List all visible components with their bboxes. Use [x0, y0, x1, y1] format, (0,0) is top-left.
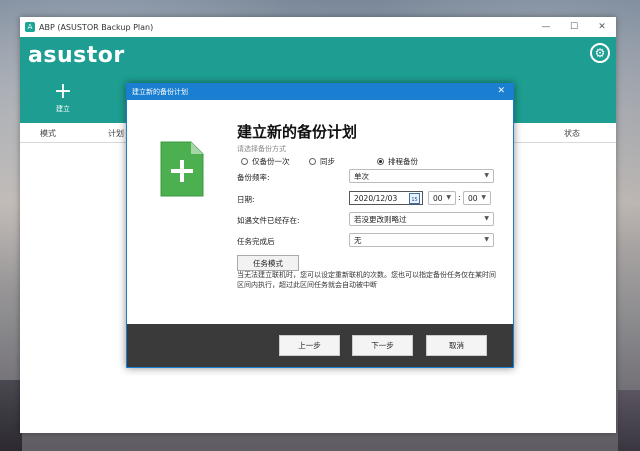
- chevron-down-icon: ▼: [481, 194, 486, 201]
- desktop-building-right: [618, 390, 640, 451]
- dialog-heading: 建立新的备份计划: [237, 123, 358, 141]
- calendar-day: 15: [411, 197, 418, 203]
- minimize-button[interactable]: —: [532, 17, 560, 37]
- next-button[interactable]: 下一步: [352, 335, 413, 356]
- dialog-footer: 上一步 下一步 取消: [127, 324, 513, 367]
- task-mode-note: 当无法建立联机时，您可以设定重新联机的次数。您也可以指定备份任务仅在某时间区间内…: [237, 271, 496, 289]
- maximize-button[interactable]: ☐: [560, 17, 588, 37]
- close-button[interactable]: ✕: [588, 17, 616, 37]
- frequency-label: 备份频率:: [237, 173, 270, 182]
- file-exists-value: 若没更改则略过: [354, 214, 407, 224]
- gear-icon[interactable]: ⚙: [590, 43, 610, 63]
- app-logo-icon: A: [25, 22, 35, 32]
- chevron-down-icon: ▼: [484, 215, 489, 222]
- column-status[interactable]: 状态: [564, 128, 580, 139]
- dialog-titlebar: 建立新的备份计划 ✕: [127, 84, 513, 100]
- create-label: 建立: [56, 105, 70, 113]
- radio-scheduled-indicator[interactable]: [377, 158, 384, 165]
- chevron-down-icon: ▼: [446, 194, 451, 201]
- file-exists-label: 如遇文件已经存在:: [237, 216, 300, 225]
- radio-sync-indicator[interactable]: [309, 158, 316, 165]
- dialog-close-icon[interactable]: ✕: [497, 86, 505, 96]
- column-plan[interactable]: 计划: [108, 128, 124, 139]
- backup-mode-group: 仅备份一次 同步 排程备份: [241, 156, 418, 167]
- task-done-value: 无: [354, 235, 362, 245]
- radio-scheduled-label: 排程备份: [388, 157, 418, 166]
- create-button[interactable]: + 建立: [50, 81, 76, 114]
- prev-button[interactable]: 上一步: [279, 335, 340, 356]
- task-mode-button[interactable]: 任务模式: [237, 255, 299, 271]
- radio-sync[interactable]: 同步: [309, 156, 377, 167]
- frequency-value: 单次: [354, 171, 369, 181]
- window-controls: — ☐ ✕: [532, 17, 616, 37]
- column-mode[interactable]: 模式: [40, 128, 56, 139]
- minute-value: 00: [468, 193, 478, 203]
- radio-once-label: 仅备份一次: [252, 157, 290, 166]
- date-input[interactable]: 2020/12/03 15: [349, 191, 423, 205]
- minute-select[interactable]: 00 ▼: [463, 191, 491, 205]
- create-backup-dialog: 建立新的备份计划 ✕ 建立新的备份计划 请选择备份方式 仅备份一次 同步 排程备…: [126, 83, 514, 368]
- hour-select[interactable]: 00 ▼: [428, 191, 456, 205]
- date-value: 2020/12/03: [354, 193, 398, 203]
- cancel-button[interactable]: 取消: [426, 335, 487, 356]
- chevron-down-icon: ▼: [484, 236, 489, 243]
- task-done-select[interactable]: 无 ▼: [349, 233, 494, 247]
- task-done-label: 任务完成后: [237, 237, 275, 246]
- window-titlebar: A ABP (ASUSTOR Backup Plan) — ☐ ✕: [20, 17, 616, 37]
- radio-sync-label: 同步: [320, 157, 335, 166]
- date-label: 日期:: [237, 195, 255, 204]
- time-separator: :: [458, 193, 461, 202]
- frequency-select[interactable]: 单次 ▼: [349, 169, 494, 183]
- radio-scheduled[interactable]: 排程备份: [377, 156, 418, 167]
- file-exists-select[interactable]: 若没更改则略过 ▼: [349, 212, 494, 226]
- dialog-title: 建立新的备份计划: [132, 88, 188, 96]
- new-document-icon: [160, 141, 204, 197]
- dialog-subheading: 请选择备份方式: [237, 145, 286, 153]
- calendar-icon[interactable]: 15: [409, 193, 420, 204]
- desktop-building-left: [0, 380, 22, 451]
- radio-once[interactable]: 仅备份一次: [241, 156, 309, 167]
- window-title: ABP (ASUSTOR Backup Plan): [39, 22, 154, 32]
- plus-icon: +: [53, 79, 73, 104]
- chevron-down-icon: ▼: [484, 172, 489, 179]
- brand-logo: asustor: [28, 43, 125, 68]
- radio-once-indicator[interactable]: [241, 158, 248, 165]
- hour-value: 00: [433, 193, 443, 203]
